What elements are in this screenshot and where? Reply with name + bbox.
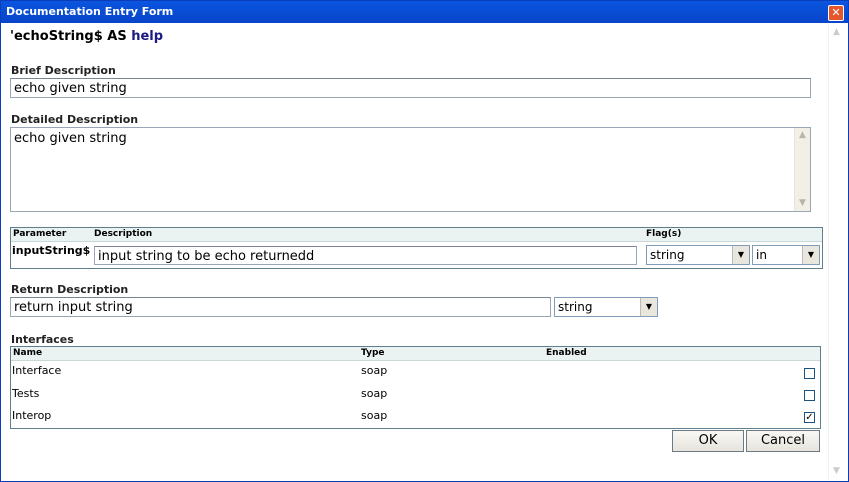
name-column-header: Name [13, 348, 43, 358]
interfaces-label: Interfaces [11, 333, 74, 346]
interface-name: Interface [12, 364, 62, 377]
parameters-panel: Parameter Description Flag(s) inputStrin… [10, 227, 823, 269]
interfaces-panel: Name Type Enabled Interface soap Tests s… [10, 346, 821, 429]
title-prefix: 'echoString$ AS [10, 29, 132, 44]
parameter-type-select[interactable]: string ▼ [646, 245, 750, 265]
brief-description-label: Brief Description [11, 64, 116, 77]
return-type-select[interactable]: string ▼ [554, 297, 658, 317]
form-content: 'echoString$ AS help Brief Description e… [1, 24, 848, 481]
scroll-down-icon[interactable]: ▼ [829, 464, 844, 479]
return-type-value: string [558, 300, 593, 314]
chevron-down-icon[interactable]: ▼ [802, 246, 819, 264]
return-description-input[interactable]: return input string [10, 297, 551, 317]
tests-name: Tests [12, 387, 40, 400]
window-title: Documentation Entry Form [6, 5, 174, 18]
interop-enabled-checkbox[interactable]: ✓ [804, 412, 815, 423]
detailed-description-textarea[interactable]: echo given string ▲ ▼ [10, 127, 811, 212]
textarea-scrollbar[interactable]: ▲ ▼ [794, 128, 810, 211]
parameter-column-header: Parameter [13, 229, 67, 239]
description-column-header: Description [94, 229, 153, 239]
interface-enabled-checkbox[interactable] [804, 368, 815, 379]
parameter-type-value: string [650, 248, 685, 262]
brief-description-input[interactable]: echo given string [10, 78, 811, 98]
scroll-down-icon[interactable]: ▼ [795, 196, 810, 211]
detailed-description-text: echo given string [14, 131, 127, 146]
interface-type: soap [361, 364, 388, 377]
parameter-direction-value: in [756, 248, 767, 262]
detailed-description-label: Detailed Description [11, 113, 139, 126]
parameters-header: Parameter Description Flag(s) [11, 228, 822, 242]
interfaces-header: Name Type Enabled [11, 347, 820, 361]
ok-button[interactable]: OK [672, 430, 744, 452]
parameter-name: inputString$ [12, 244, 91, 257]
interop-name: Interop [12, 409, 52, 422]
main-scrollbar[interactable]: ▲ ▼ [828, 25, 846, 479]
scroll-up-icon[interactable]: ▲ [829, 25, 844, 40]
cancel-button[interactable]: Cancel [746, 430, 820, 452]
close-icon[interactable]: ✕ [828, 5, 844, 21]
documentation-entry-window: Documentation Entry Form ✕ 'echoString$ … [0, 0, 849, 482]
interop-type: soap [361, 409, 388, 422]
title-bar[interactable]: Documentation Entry Form ✕ [1, 1, 848, 23]
chevron-down-icon[interactable]: ▼ [640, 298, 657, 316]
scroll-up-icon[interactable]: ▲ [795, 128, 810, 143]
parameter-direction-select[interactable]: in ▼ [752, 245, 820, 265]
return-description-label: Return Description [11, 283, 129, 296]
tests-type: soap [361, 387, 388, 400]
page-title: 'echoString$ AS help [10, 29, 163, 44]
type-column-header: Type [361, 348, 385, 358]
tests-enabled-checkbox[interactable] [804, 390, 815, 401]
enabled-column-header: Enabled [546, 348, 587, 358]
flags-column-header: Flag(s) [646, 229, 682, 239]
parameter-description-input[interactable]: input string to be echo returnedd [94, 246, 637, 265]
chevron-down-icon[interactable]: ▼ [732, 246, 749, 264]
title-type: help [131, 29, 164, 44]
